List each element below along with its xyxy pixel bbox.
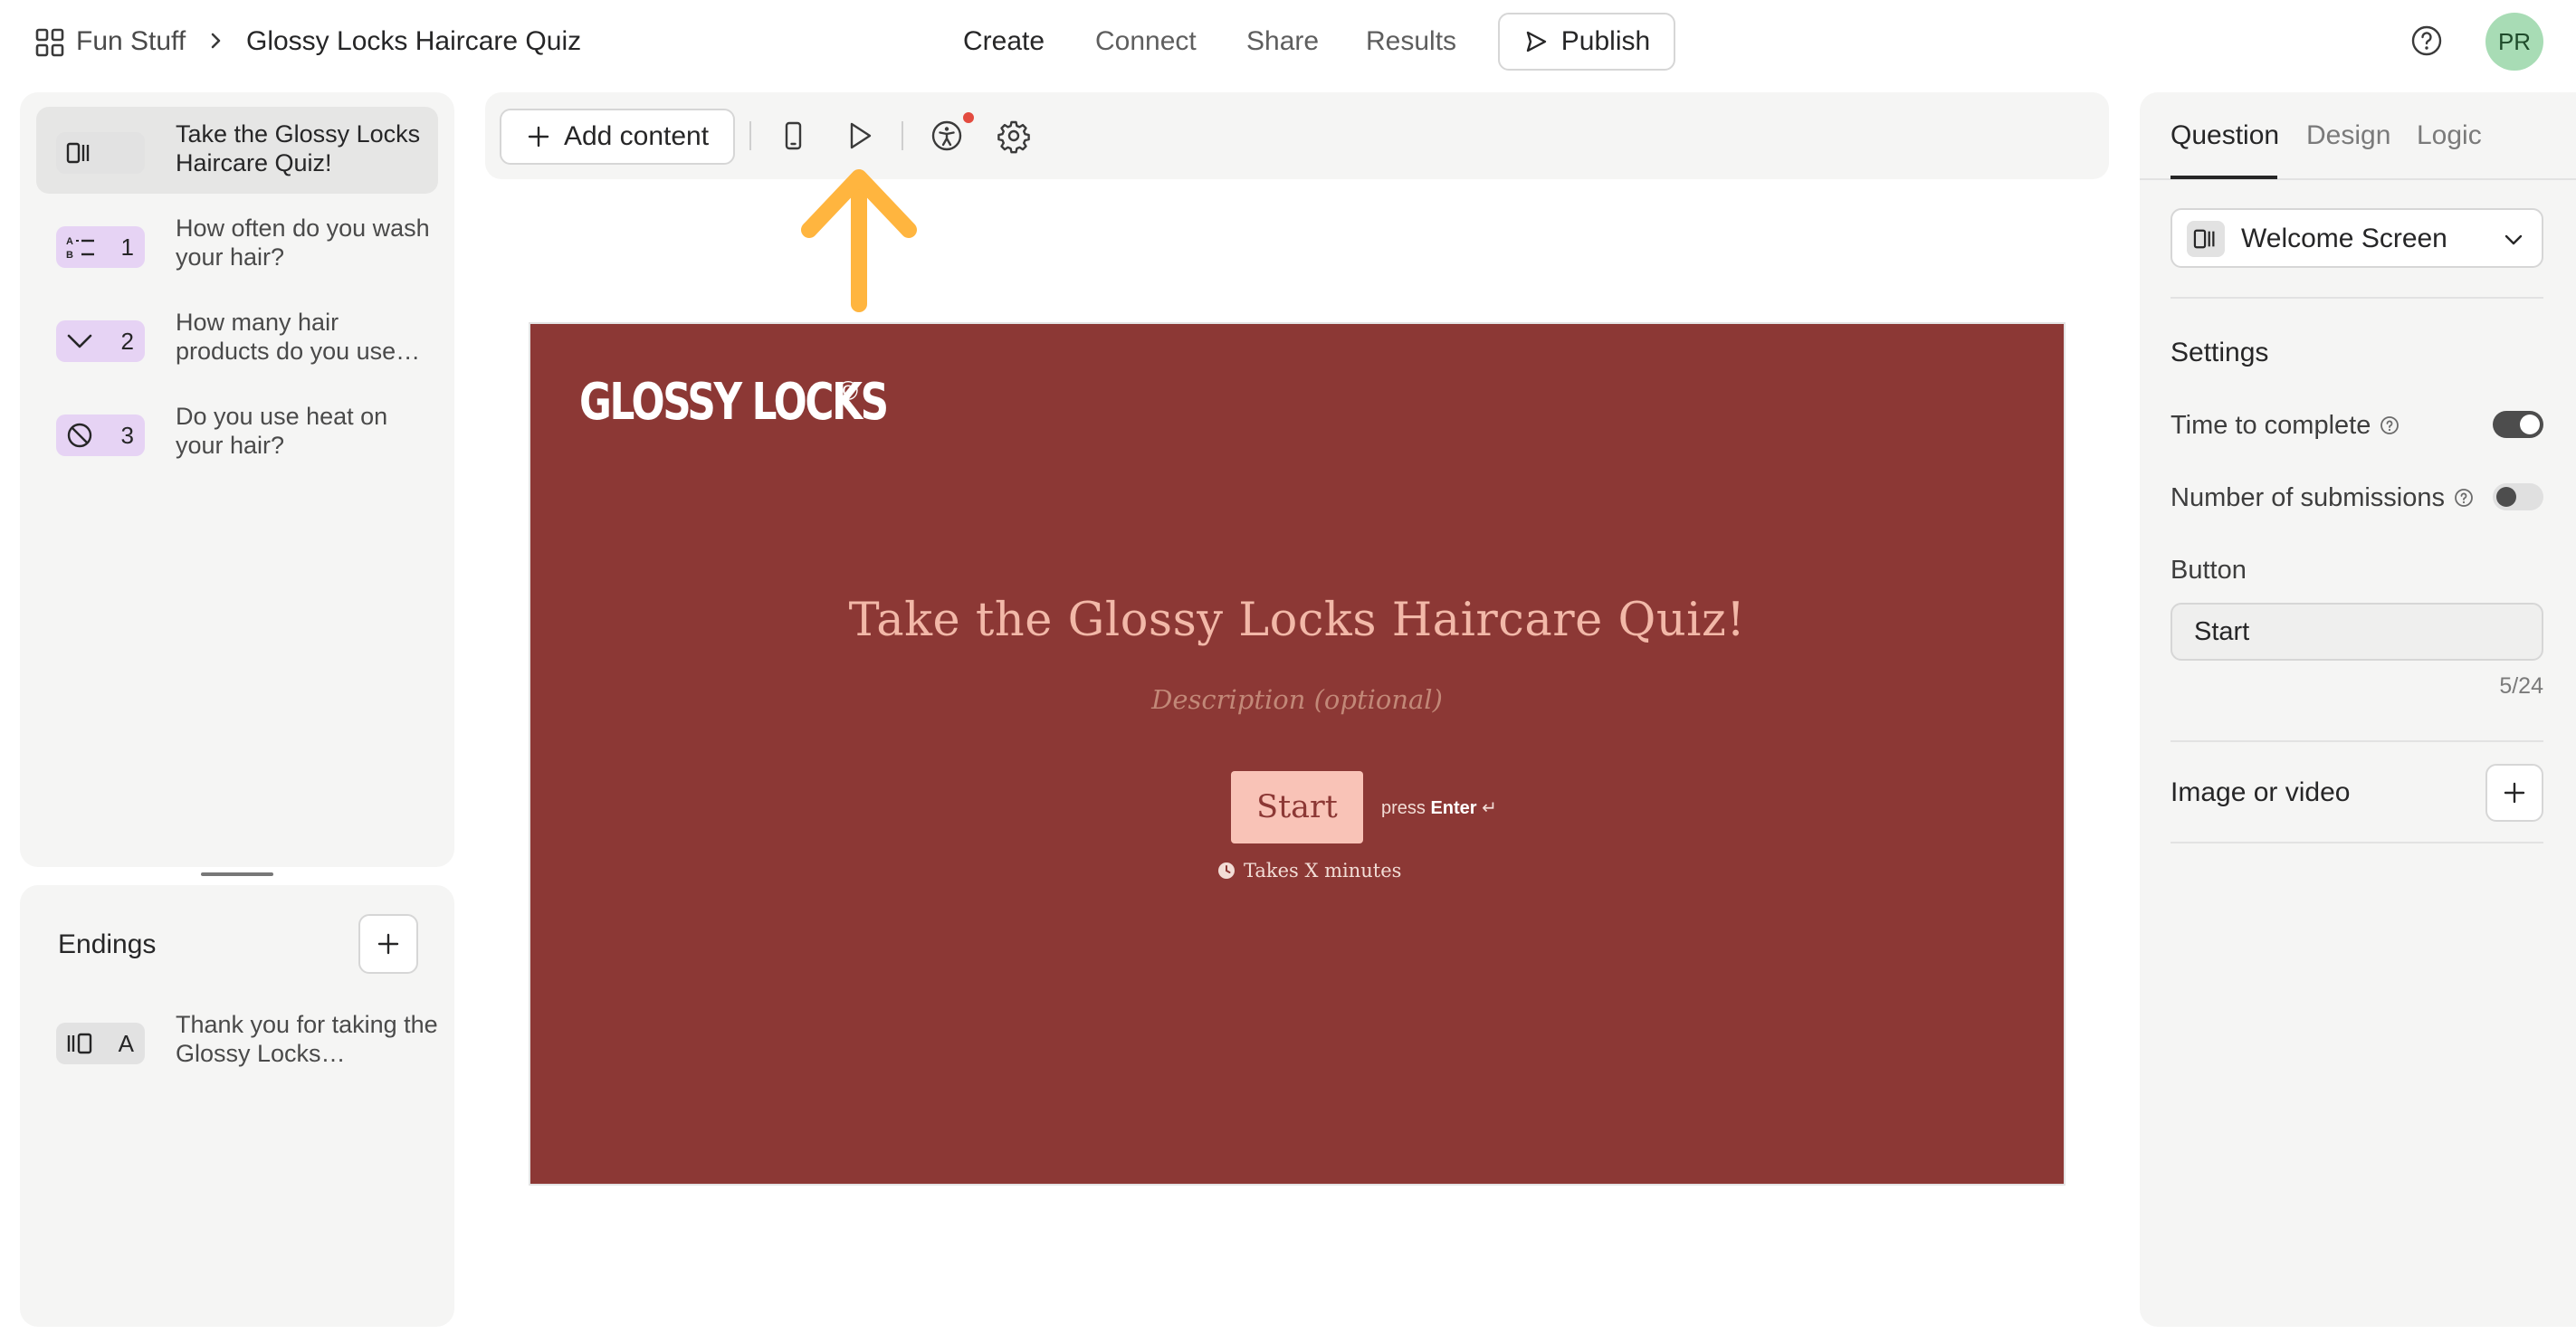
time-to-complete-setting: Time to complete	[2171, 407, 2399, 443]
character-count: 5/24	[2499, 673, 2543, 699]
add-ending-button[interactable]	[358, 914, 418, 974]
ending-badge: A	[56, 1023, 145, 1064]
svg-text:A: A	[66, 236, 73, 247]
chevron-down-icon	[2502, 228, 2525, 252]
endings-heading: Endings	[58, 929, 157, 959]
settings-heading: Settings	[2171, 338, 2269, 367]
button-text-input[interactable]	[2171, 603, 2543, 661]
button-text-label: Button	[2171, 556, 2247, 585]
svg-text:B: B	[66, 250, 73, 261]
question-item-3[interactable]: 3 Do you use heat on your hair?	[36, 389, 438, 476]
add-content-button[interactable]: Add content	[500, 109, 735, 165]
question-text: How often do you wash your hair?	[176, 214, 430, 271]
breadcrumb-form-title[interactable]: Glossy Locks Haircare Quiz	[246, 24, 581, 60]
press-enter-hint: press Enter ↵	[1381, 798, 1497, 818]
mobile-preview-icon[interactable]	[775, 118, 811, 154]
tab-logic[interactable]: Logic	[2417, 118, 2482, 154]
question-text: Take the Glossy Locks Haircare Quiz!	[176, 120, 421, 176]
multiple-choice-icon: AB	[65, 233, 96, 261]
panel-resize-handle[interactable]	[201, 872, 273, 876]
question-item-2[interactable]: 2 How many hair products do you use…	[36, 295, 438, 382]
welcome-screen-icon	[65, 140, 94, 166]
plus-icon	[376, 931, 401, 957]
question-item-1[interactable]: AB 1 How often do you wash your hair?	[36, 201, 438, 288]
yes-no-icon	[65, 421, 94, 450]
toolbar-divider	[902, 121, 903, 150]
send-icon	[1523, 29, 1549, 54]
ending-item-a[interactable]: A Thank you for taking the Glossy Locks…	[36, 997, 438, 1084]
question-badge: 3	[56, 414, 145, 456]
add-content-label: Add content	[563, 121, 710, 151]
section-divider	[2171, 842, 2543, 843]
ending-screen-icon	[65, 1031, 96, 1056]
nav-share[interactable]: Share	[1246, 24, 1319, 60]
plus-icon	[2502, 780, 2527, 805]
add-media-button[interactable]	[2485, 764, 2543, 822]
ending-text: Thank you for taking the Glossy Locks…	[176, 1011, 438, 1067]
question-badge	[56, 132, 145, 174]
question-type-select[interactable]: Welcome Screen	[2171, 208, 2543, 268]
question-text: Do you use heat on your hair?	[176, 403, 388, 459]
submissions-setting: Number of submissions	[2171, 480, 2474, 516]
start-button[interactable]: Start	[1231, 771, 1363, 843]
help-icon[interactable]	[2409, 24, 2444, 58]
question-text: How many hair products do you use…	[176, 309, 421, 365]
clock-icon	[1216, 861, 1236, 881]
accessibility-icon[interactable]	[929, 118, 965, 154]
nav-results[interactable]: Results	[1366, 24, 1456, 60]
active-tab-indicator	[2171, 176, 2277, 179]
tab-design[interactable]: Design	[2306, 118, 2390, 154]
publish-label: Publish	[1560, 26, 1651, 56]
welcome-description[interactable]: Description (optional)	[529, 684, 2066, 715]
notification-dot	[963, 112, 974, 123]
nav-create[interactable]: Create	[963, 24, 1045, 60]
question-type-label: Welcome Screen	[2241, 224, 2447, 253]
ending-letter: A	[118, 1029, 134, 1057]
question-number: 2	[120, 327, 134, 355]
question-number: 1	[120, 233, 134, 261]
toolbar-divider	[749, 121, 751, 150]
welcome-title[interactable]: Take the Glossy Locks Haircare Quiz!	[529, 594, 2066, 647]
workspace-grid-icon[interactable]	[34, 27, 65, 58]
welcome-screen-canvas[interactable]	[529, 322, 2066, 1186]
question-item-welcome[interactable]: Take the Glossy Locks Haircare Quiz!	[36, 107, 438, 194]
image-or-video-label: Image or video	[2171, 777, 2351, 807]
time-to-complete-toggle[interactable]	[2493, 411, 2543, 438]
question-number: 3	[120, 421, 134, 449]
breadcrumb-workspace[interactable]: Fun Stuff	[76, 24, 186, 60]
properties-panel	[2140, 92, 2576, 1327]
chevron-right-icon	[203, 27, 230, 54]
info-icon[interactable]	[2454, 488, 2474, 508]
tab-question[interactable]: Question	[2171, 118, 2279, 154]
info-icon[interactable]	[2380, 415, 2399, 435]
publish-button[interactable]: Publish	[1498, 13, 1675, 71]
time-to-complete-note: Takes X minutes	[1216, 860, 1401, 881]
section-divider	[2171, 297, 2543, 299]
question-badge: AB 1	[56, 226, 145, 268]
brand-logo-mark: ©	[838, 376, 859, 406]
dropdown-icon	[65, 329, 94, 354]
section-divider	[2171, 740, 2543, 742]
plus-icon	[526, 124, 551, 149]
play-preview-icon[interactable]	[842, 118, 878, 154]
settings-gear-icon[interactable]	[996, 118, 1032, 154]
question-list-panel: Take the Glossy Locks Haircare Quiz! AB …	[20, 92, 454, 867]
question-badge: 2	[56, 320, 145, 362]
enter-key-icon: ↵	[1482, 798, 1497, 818]
annotation-arrow-icon	[793, 159, 925, 313]
submissions-toggle[interactable]	[2493, 483, 2543, 510]
nav-connect[interactable]: Connect	[1095, 24, 1197, 60]
user-avatar[interactable]: PR	[2485, 13, 2543, 71]
welcome-screen-icon	[2187, 221, 2225, 257]
